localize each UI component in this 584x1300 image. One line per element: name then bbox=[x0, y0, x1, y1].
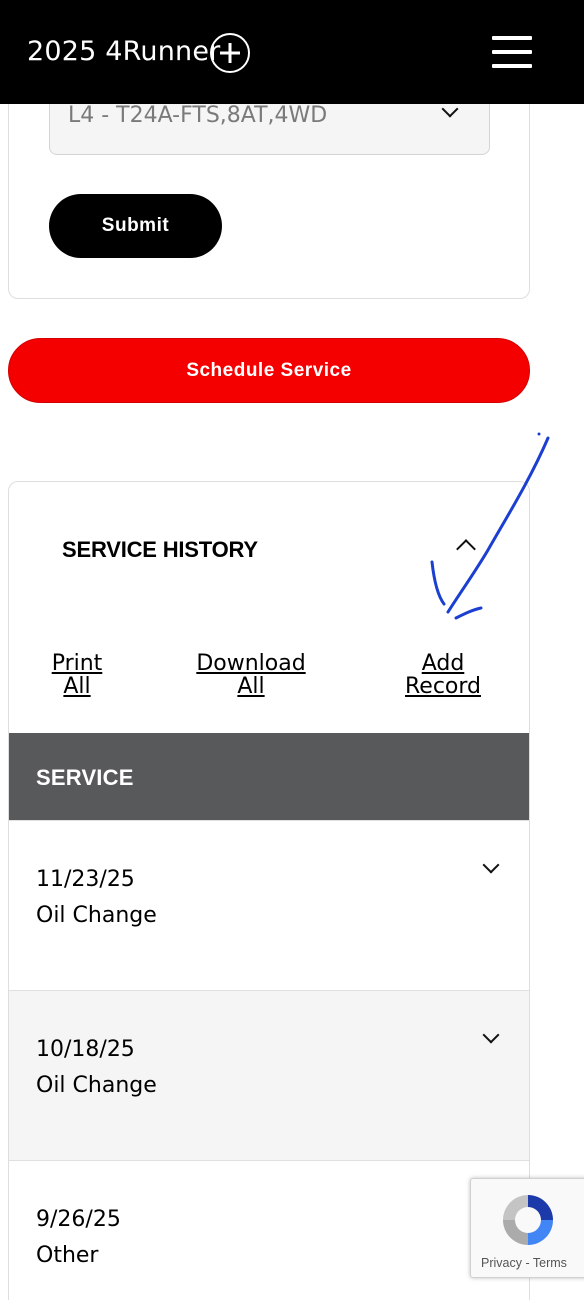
schedule-service-button[interactable]: Schedule Service bbox=[8, 338, 530, 403]
service-history-panel: SERVICE HISTORY Print All Download All A… bbox=[8, 481, 530, 1300]
record-type: Oil Change bbox=[36, 903, 157, 928]
vehicle-title: 2025 4Runner bbox=[27, 36, 221, 67]
add-record-link[interactable]: Add Record bbox=[401, 652, 485, 698]
record-type: Oil Change bbox=[36, 1073, 157, 1098]
engine-select-value: L4 - T24A-FTS,8AT,4WD bbox=[68, 103, 328, 128]
plus-circle-icon[interactable] bbox=[210, 33, 250, 73]
service-column-header: SERVICE bbox=[9, 733, 529, 820]
record-date: 10/18/25 bbox=[36, 1037, 135, 1062]
chevron-down-icon[interactable] bbox=[482, 1026, 500, 1044]
record-date: 9/26/25 bbox=[36, 1207, 121, 1232]
print-all-link[interactable]: Print All bbox=[49, 652, 105, 698]
record-date: 11/23/25 bbox=[36, 867, 135, 892]
chevron-down-icon[interactable] bbox=[482, 856, 500, 874]
chevron-up-icon[interactable] bbox=[456, 539, 476, 559]
download-all-link[interactable]: Download All bbox=[189, 652, 313, 698]
service-record-row[interactable]: 11/23/25 Oil Change bbox=[9, 820, 529, 990]
recaptcha-privacy-terms[interactable]: Privacy - Terms bbox=[481, 1256, 567, 1270]
recaptcha-badge[interactable]: Privacy - Terms bbox=[470, 1178, 584, 1278]
top-bar: 2025 4Runner bbox=[0, 0, 584, 104]
record-type: Other bbox=[36, 1243, 99, 1268]
service-record-row[interactable]: 10/18/25 Oil Change bbox=[9, 990, 529, 1160]
recaptcha-icon bbox=[503, 1195, 553, 1245]
service-header-label: SERVICE bbox=[36, 765, 134, 790]
service-history-title: SERVICE HISTORY bbox=[62, 537, 258, 562]
service-record-row[interactable]: 9/26/25 Other bbox=[9, 1160, 529, 1300]
submit-button[interactable]: Submit bbox=[49, 194, 222, 258]
hamburger-menu-icon[interactable] bbox=[492, 36, 532, 68]
